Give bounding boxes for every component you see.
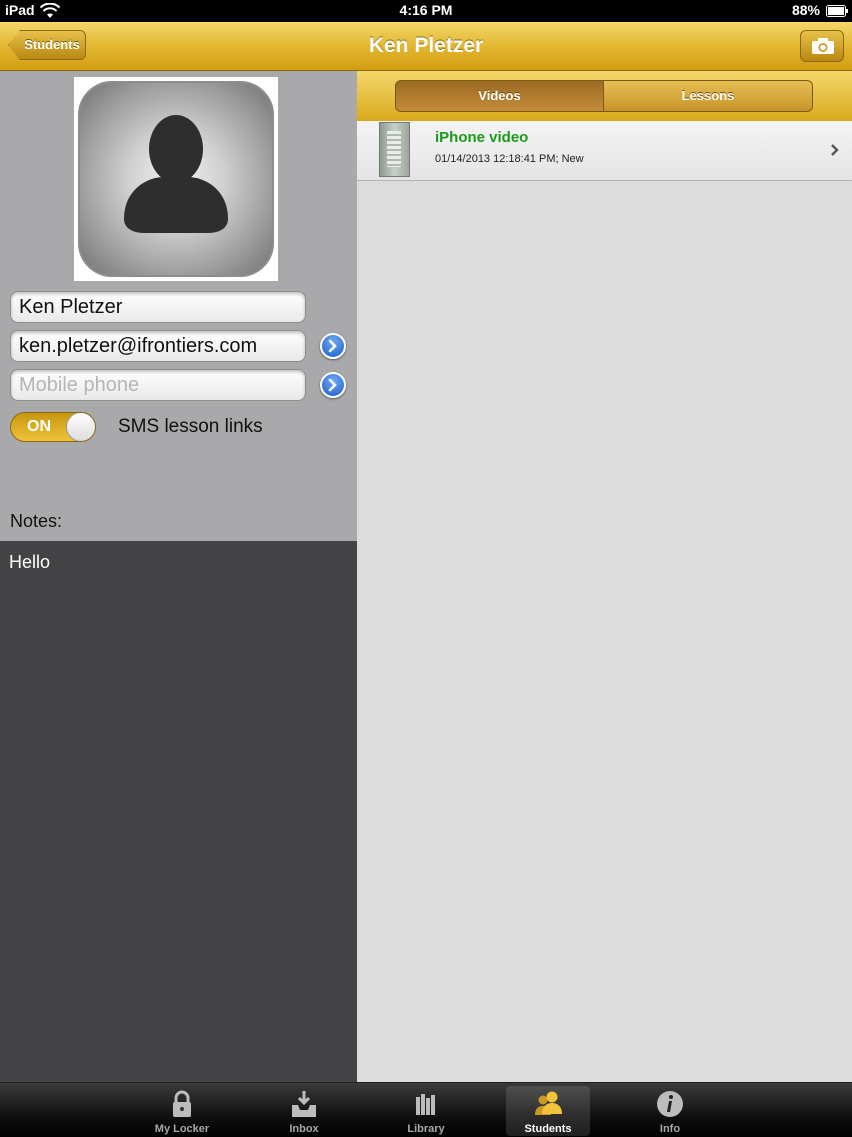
tab-label: Library: [407, 1123, 445, 1135]
page-title: Ken Pletzer: [368, 34, 484, 57]
segment-videos[interactable]: Videos: [395, 80, 604, 112]
video-meta: 01/14/2013 12:18:41 PM; New: [435, 153, 584, 165]
notes-textarea[interactable]: Hello: [0, 541, 357, 1082]
video-list-item[interactable]: iPhone video 01/14/2013 12:18:41 PM; New: [357, 121, 852, 181]
tab-label: Inbox: [289, 1123, 319, 1135]
tab-label: My Locker: [154, 1123, 210, 1135]
notes-text: Hello: [9, 552, 51, 572]
segment-lessons[interactable]: Lessons: [604, 80, 813, 112]
lock-icon: [173, 1090, 191, 1117]
tab-library[interactable]: Library: [384, 1086, 468, 1136]
phone-disclosure-button[interactable]: [320, 372, 346, 398]
students-icon: [535, 1091, 562, 1115]
student-profile-panel: Ken Pletzer ken.pletzer@ifrontiers.com M…: [0, 71, 357, 1082]
sms-lesson-links-label: SMS lesson links: [118, 416, 263, 437]
avatar-image: [78, 81, 274, 277]
avatar[interactable]: [74, 77, 278, 281]
video-thumbnail: [379, 122, 410, 177]
camera-icon: [812, 38, 834, 54]
video-title: iPhone video: [435, 129, 529, 146]
tab-my-locker[interactable]: My Locker: [140, 1086, 224, 1136]
chevron-right-icon: [328, 378, 337, 392]
tab-info[interactable]: Info: [628, 1086, 712, 1136]
person-silhouette-icon: [124, 115, 228, 233]
navigation-bar: Students Ken Pletzer: [0, 22, 852, 71]
library-icon: [416, 1094, 435, 1115]
mobile-phone-field[interactable]: Mobile phone: [10, 369, 306, 401]
battery-percent: 88%: [791, 2, 820, 18]
toggle-on-label: ON: [27, 418, 51, 435]
email-disclosure-button[interactable]: [320, 333, 346, 359]
email-field[interactable]: ken.pletzer@ifrontiers.com: [10, 330, 306, 362]
name-field[interactable]: Ken Pletzer: [10, 291, 306, 323]
tab-label: Info: [659, 1123, 681, 1135]
notes-label: Notes:: [10, 511, 63, 531]
segment-bar: Videos Lessons: [357, 71, 852, 122]
camera-button[interactable]: [800, 30, 844, 62]
media-panel: Videos Lessons iPhone video 01/14/2013 1…: [357, 71, 852, 1082]
chevron-right-icon: [328, 339, 337, 353]
battery-icon: [826, 5, 848, 17]
toggle-knob: [66, 413, 95, 441]
status-bar: iPad 4:16 PM 88%: [0, 0, 852, 22]
tab-bar: My Locker Inbox Library Students Info: [0, 1082, 852, 1137]
info-icon: [657, 1091, 683, 1117]
chevron-right-icon: [831, 144, 839, 156]
status-time: 4:16 PM: [399, 2, 453, 18]
tab-inbox[interactable]: Inbox: [262, 1086, 346, 1136]
inbox-icon: [292, 1091, 316, 1117]
tab-label: Students: [524, 1123, 572, 1135]
tab-students[interactable]: Students: [506, 1086, 590, 1136]
sms-toggle[interactable]: ON: [10, 412, 96, 442]
